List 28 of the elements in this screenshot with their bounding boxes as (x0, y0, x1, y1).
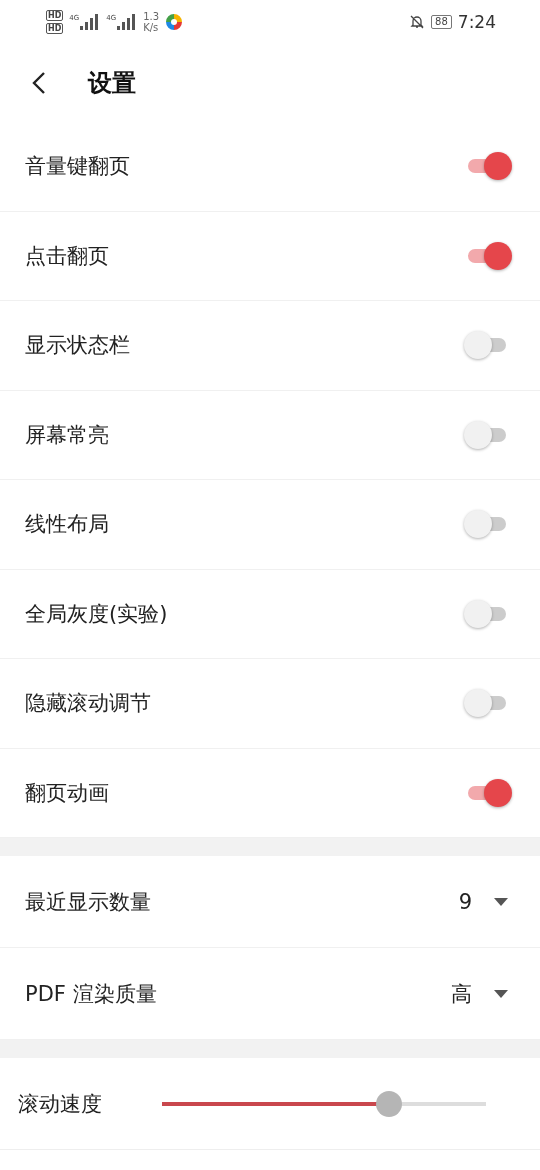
bell-off-icon (409, 14, 426, 30)
hd-badge: HD (46, 23, 64, 34)
slider[interactable] (162, 1090, 486, 1117)
setting-label: 显示状态栏 (25, 332, 130, 360)
setting-label: 最近显示数量 (25, 888, 151, 916)
setting-label: 线性布局 (25, 511, 109, 539)
speed-value: 1.3 (143, 11, 160, 22)
dropdown[interactable]: 高 (451, 979, 512, 1008)
clock: 7:24 (457, 12, 496, 32)
caret-icon (494, 989, 508, 998)
setting-label: PDF 渲染质量 (25, 980, 157, 1008)
dropdown[interactable]: 9 (458, 889, 512, 914)
caret-icon (494, 897, 508, 906)
signal-icon (80, 14, 101, 30)
setting-label: 屏幕常亮 (25, 421, 109, 449)
app-icon (165, 13, 184, 31)
battery-level: 88 (431, 15, 452, 29)
signal-icon (117, 14, 138, 30)
setting-label: 隐藏滚动调节 (25, 690, 151, 718)
setting-label: 滚动速度 (18, 1090, 102, 1118)
setting-label: 音量键翻页 (25, 153, 130, 181)
hd-badge: HD (46, 10, 64, 21)
setting-label: 点击翻页 (25, 242, 109, 270)
speed-unit: K/s (143, 22, 160, 33)
setting-label: 全局灰度(实验) (25, 600, 168, 628)
setting-label: 翻页动画 (25, 779, 109, 807)
slider-thumb[interactable] (375, 1090, 402, 1117)
page-title: 设置 (88, 68, 136, 99)
